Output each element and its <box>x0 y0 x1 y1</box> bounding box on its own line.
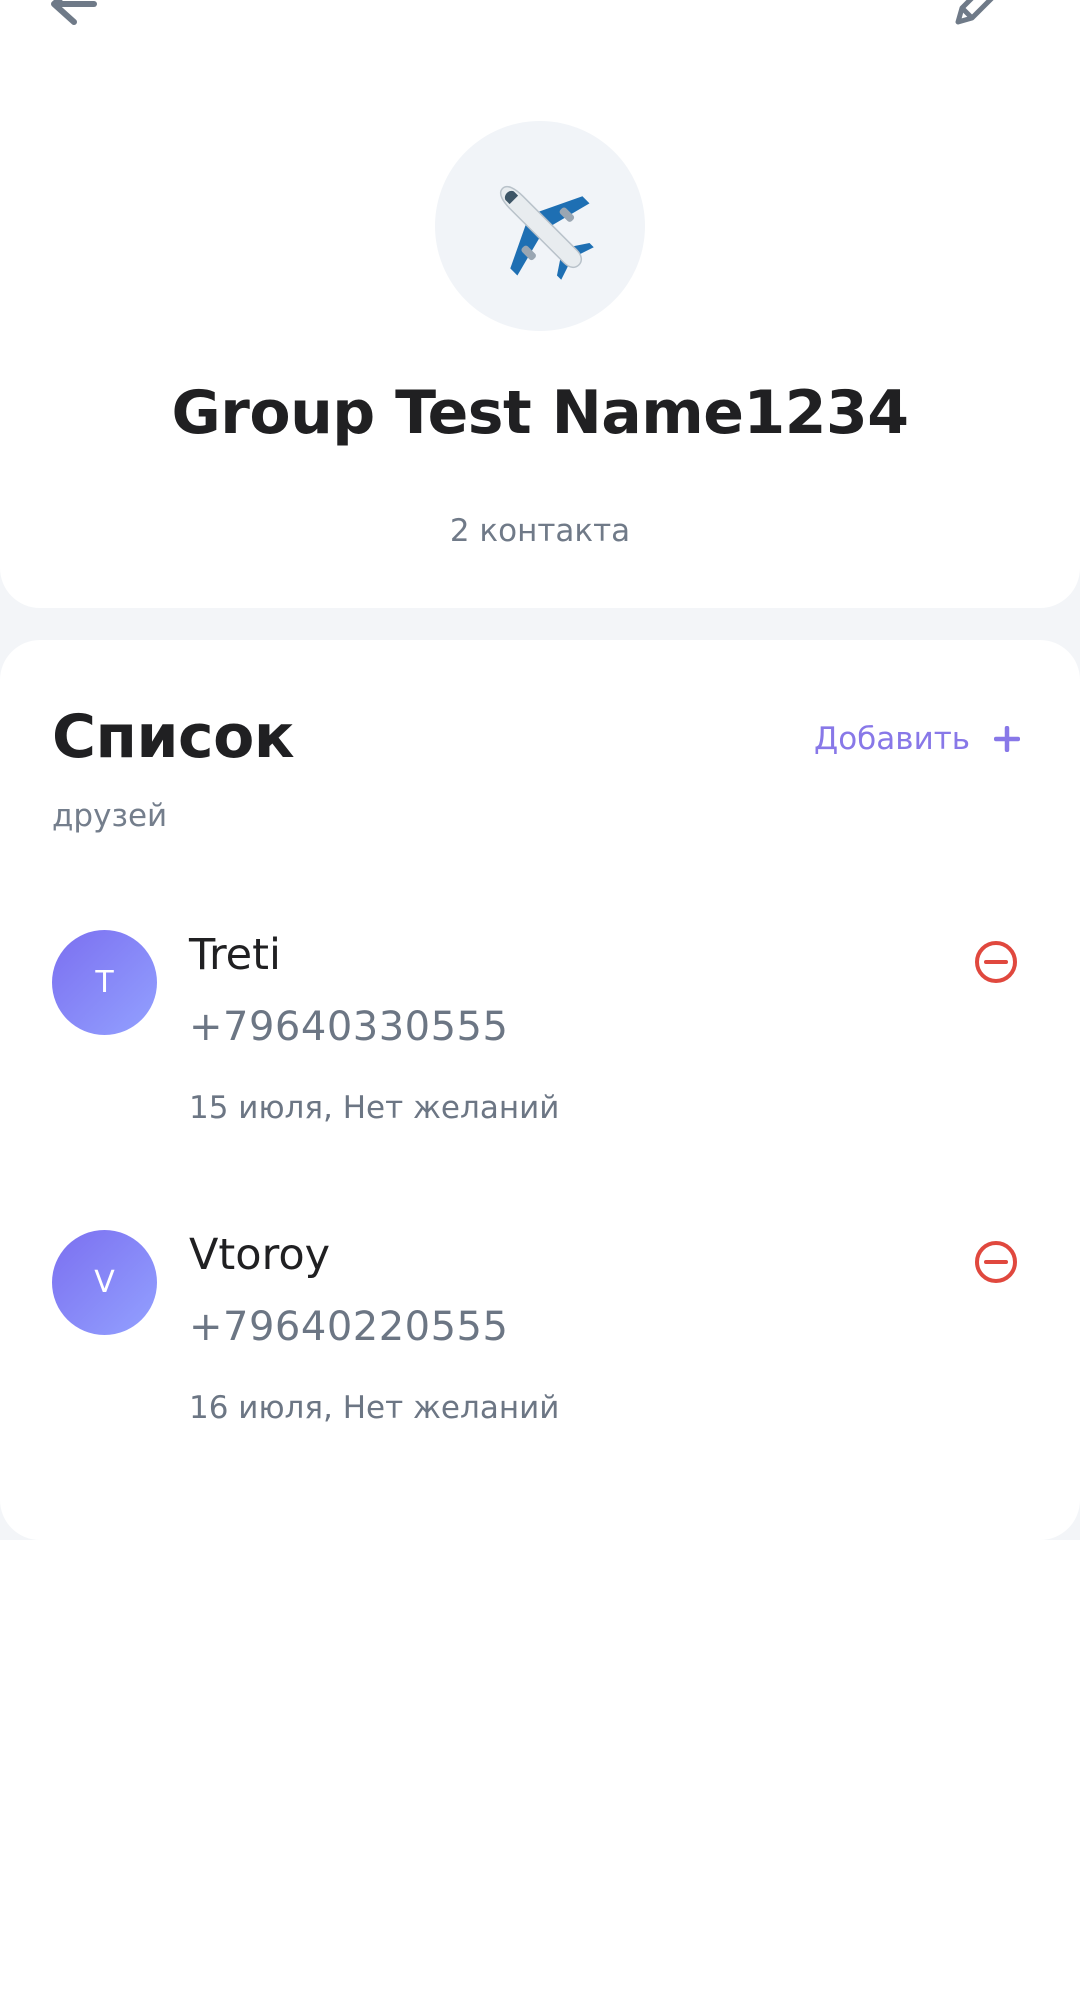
pencil-icon <box>955 0 994 25</box>
contact-meta: 16 июля, Нет желаний <box>189 1390 560 1426</box>
plus-icon <box>994 726 1021 752</box>
group-name: Group Test Name1234 <box>171 378 909 448</box>
contacts-count: 2 контакта <box>449 513 631 549</box>
contact-item[interactable]: V Vtoroy +79640220555 16 июля, Нет желан… <box>0 1230 1080 1460</box>
contact-phone: +79640220555 <box>189 1304 509 1350</box>
arrow-left-icon <box>51 0 97 25</box>
minus-circle-icon <box>975 1241 1017 1283</box>
contact-name: Vtoroy <box>189 1230 331 1280</box>
contact-name: Treti <box>189 930 281 980</box>
remove-contact-button[interactable] <box>974 940 1018 984</box>
list-title: Список <box>52 702 295 772</box>
contact-phone: +79640330555 <box>189 1004 509 1050</box>
group-header-card: Group Test Name1234 2 контакта <box>0 0 1080 608</box>
friends-list-card: Список друзей Добавить T Treti +79640330… <box>0 640 1080 1540</box>
group-avatar[interactable] <box>435 121 645 331</box>
add-contact-button[interactable]: Добавить <box>814 717 1021 761</box>
remove-contact-button[interactable] <box>974 1240 1018 1284</box>
avatar: V <box>52 1230 157 1335</box>
avatar: T <box>52 930 157 1035</box>
contact-meta: 15 июля, Нет желаний <box>189 1090 560 1126</box>
edit-button[interactable] <box>950 0 1002 28</box>
list-subtitle: друзей <box>52 798 168 834</box>
add-contact-label: Добавить <box>814 721 971 757</box>
contact-item[interactable]: T Treti +79640330555 15 июля, Нет желани… <box>0 930 1080 1160</box>
airplane-icon <box>499 185 594 280</box>
back-button[interactable] <box>48 0 100 26</box>
minus-circle-icon <box>975 941 1017 983</box>
